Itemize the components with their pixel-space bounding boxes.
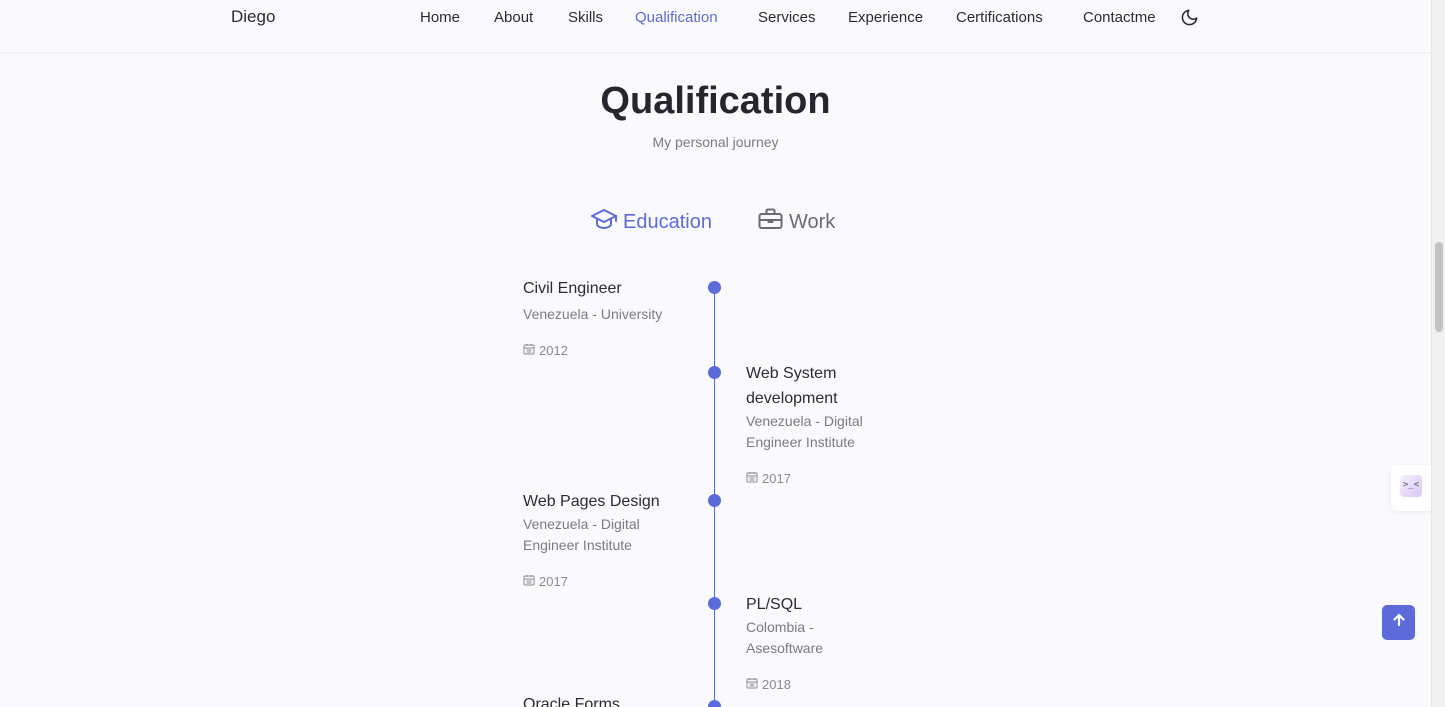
calendar-icon: [746, 677, 762, 692]
scrollbar-thumb[interactable]: [1435, 242, 1443, 332]
section-subtitle: My personal journey: [652, 134, 779, 150]
calendar-icon: [523, 343, 539, 358]
qualification-title: Civil Engineer: [523, 280, 622, 297]
site-header: Diego Home About Skills Qualification Se…: [0, 0, 1431, 53]
qualification-subtitle: Venezuela - Digital Engineer Institute: [523, 516, 640, 553]
timeline-dot: [708, 281, 721, 294]
timeline-dot: [708, 366, 721, 379]
qualification-title: Web System development: [746, 365, 838, 407]
arrow-up-icon: [1392, 613, 1406, 632]
qualification-subtitle: Colombia - Asesoftware: [746, 619, 824, 656]
nav-skills[interactable]: Skills: [568, 9, 603, 26]
nav-about[interactable]: About: [494, 9, 533, 26]
nav-services[interactable]: Services: [758, 9, 816, 26]
timeline-dot: [708, 700, 721, 707]
qualification-title: PL/SQL: [746, 596, 803, 613]
timeline-dot: [708, 494, 721, 507]
scroll-up-button[interactable]: [1382, 605, 1415, 640]
extension-icon: >_<: [1400, 475, 1422, 497]
nav-certifications[interactable]: Certifications: [956, 9, 1043, 26]
qualification-date: 2012: [523, 343, 568, 358]
qualification-date-value: 2017: [539, 574, 568, 589]
timeline-dot: [708, 597, 721, 610]
section-title: Qualification: [600, 80, 831, 122]
qualification-date-value: 2018: [762, 677, 791, 692]
tab-work-label: Work: [789, 210, 836, 233]
extension-widget[interactable]: >_<: [1391, 465, 1431, 511]
briefcase-icon: [758, 208, 789, 236]
nav-qualification[interactable]: Qualification: [635, 9, 718, 26]
qualification-title: Web Pages Design: [523, 493, 660, 510]
qualification-date: 2017: [746, 471, 791, 486]
qualification-subtitle: Venezuela - University: [523, 306, 663, 322]
nav-home[interactable]: Home: [420, 9, 460, 26]
calendar-icon: [746, 471, 762, 486]
qualification-date: 2018: [746, 677, 791, 692]
page-scrollbar[interactable]: [1431, 0, 1445, 707]
tab-education-label: Education: [623, 210, 712, 233]
site-logo[interactable]: Diego: [231, 7, 275, 27]
graduation-cap-icon: [591, 208, 623, 236]
nav-experience[interactable]: Experience: [848, 9, 923, 26]
moon-icon[interactable]: [1180, 8, 1199, 27]
qualification-subtitle: Venezuela - Digital Engineer Institute: [746, 413, 863, 450]
qualification-date-value: 2017: [762, 471, 791, 486]
qualification-date-value: 2012: [539, 343, 568, 358]
tab-work[interactable]: Work: [758, 208, 835, 236]
qualification-date: 2017: [523, 574, 568, 589]
qualification-title: Oracle Forms: [523, 696, 620, 707]
calendar-icon: [523, 574, 539, 589]
nav-contactme[interactable]: Contactme: [1083, 9, 1156, 26]
tab-education[interactable]: Education: [591, 208, 712, 236]
